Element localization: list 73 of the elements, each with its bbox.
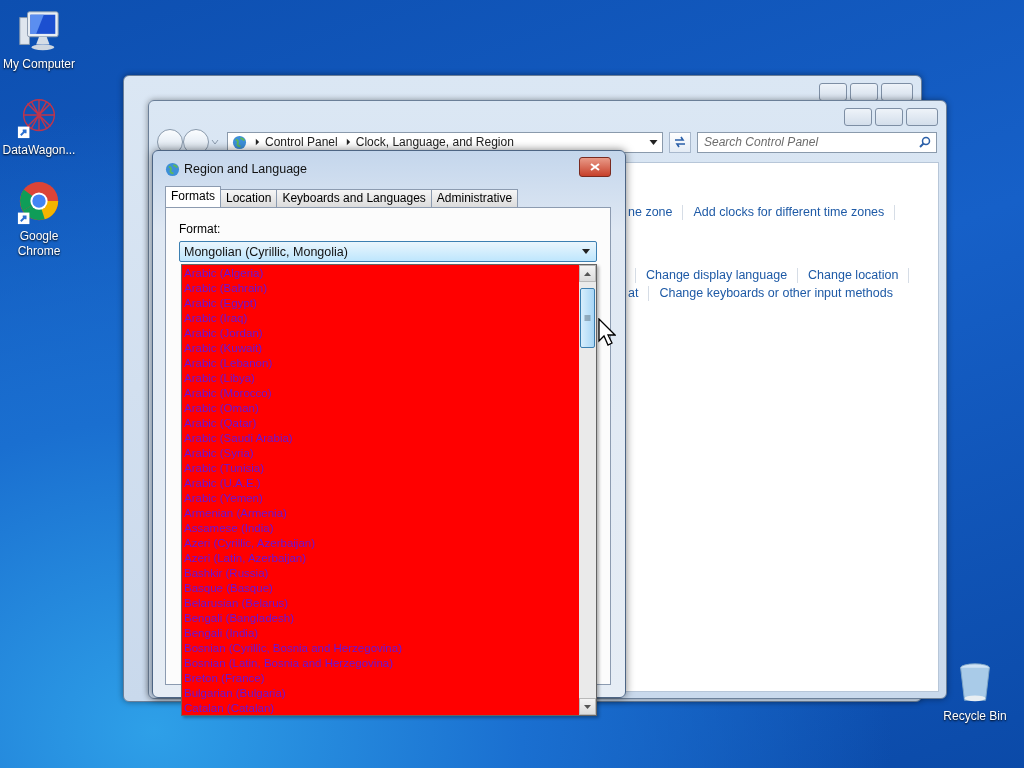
format-dropdown[interactable]: Mongolian (Cyrillic, Mongolia) xyxy=(179,241,597,262)
grip-icon xyxy=(584,315,591,321)
scroll-up-button[interactable] xyxy=(579,265,596,282)
dropdown-option[interactable]: Armenian (Armenia) xyxy=(182,506,579,521)
dropdown-option[interactable]: Breton (France) xyxy=(182,671,579,686)
dialog-title: Region and Language xyxy=(184,162,309,176)
dropdown-option[interactable]: Arabic (Kuwait) xyxy=(182,341,579,356)
search-field[interactable]: Search Control Panel xyxy=(697,131,937,153)
dropdown-option[interactable]: Assamese (India) xyxy=(182,521,579,536)
breadcrumb-item[interactable]: Clock, Language, and Region xyxy=(355,135,514,149)
link[interactable]: Change keyboards or other input methods xyxy=(659,286,893,300)
refresh-icon xyxy=(673,135,687,149)
scrollbar[interactable] xyxy=(579,265,596,715)
dropdown-option[interactable]: Bulgarian (Bulgaria) xyxy=(182,686,579,701)
scroll-down-button[interactable] xyxy=(579,698,596,715)
dropdown-option[interactable]: Bosnian (Latin, Bosnia and Herzegovina) xyxy=(182,656,579,671)
up-arrow-icon xyxy=(584,271,591,276)
dropdown-option[interactable]: Arabic (Libya) xyxy=(182,371,579,386)
link[interactable]: Change location xyxy=(808,268,899,282)
breadcrumb-item[interactable]: Control Panel xyxy=(265,135,338,149)
close-icon xyxy=(590,163,600,171)
desktop-icon-label[interactable]: Recycle Bin xyxy=(936,709,1014,724)
dropdown-option[interactable]: Arabic (Egypt) xyxy=(182,296,579,311)
dropdown-option[interactable]: Arabic (Tunisia) xyxy=(182,461,579,476)
dropdown-option[interactable]: Bosnian (Cyrillic, Bosnia and Herzegovina) xyxy=(182,641,579,656)
dropdown-option[interactable]: Azeri (Latin, Azerbaijan) xyxy=(182,551,579,566)
dropdown-option[interactable]: Catalan (Catalan) xyxy=(182,701,579,716)
dropdown-option[interactable]: Bengali (India) xyxy=(182,626,579,641)
link[interactable]: ne zone xyxy=(628,205,673,219)
down-arrow-icon xyxy=(584,704,591,709)
link[interactable]: at xyxy=(628,286,639,300)
chevron-icon xyxy=(345,138,351,146)
desktop-icon-label[interactable]: Google Chrome xyxy=(9,229,69,259)
globe-icon xyxy=(232,134,247,150)
maximize-button[interactable] xyxy=(875,108,903,126)
dropdown-option[interactable]: Bashkir (Russia) xyxy=(182,566,579,581)
dropdown-option[interactable]: Basque (Basque) xyxy=(182,581,579,596)
dropdown-option[interactable]: Bengali (Bangladesh) xyxy=(182,611,579,626)
dropdown-option[interactable]: Arabic (Lebanon) xyxy=(182,356,579,371)
dropdown-option[interactable]: Arabic (Qatar) xyxy=(182,416,579,431)
dropdown-option[interactable]: Arabic (Oman) xyxy=(182,401,579,416)
search-icon xyxy=(919,135,931,148)
dropdown-option[interactable]: Arabic (Yemen) xyxy=(182,491,579,506)
dropdown-option[interactable]: Arabic (Saudi Arabia) xyxy=(182,431,579,446)
dropdown-option[interactable]: Arabic (Morocco) xyxy=(182,386,579,401)
scroll-thumb[interactable] xyxy=(580,288,595,348)
dropdown-arrow-icon xyxy=(582,249,590,254)
tab[interactable]: Formats xyxy=(165,186,221,207)
minimize-button[interactable] xyxy=(844,108,872,126)
maximize-button[interactable] xyxy=(850,83,878,101)
dropdown-arrow-icon xyxy=(649,139,658,145)
dropdown-option[interactable]: Arabic (Iraq) xyxy=(182,311,579,326)
link[interactable]: Add clocks for different time zones xyxy=(693,205,885,219)
desktop-icon-label[interactable]: DataWagon... xyxy=(0,143,78,158)
close-button[interactable] xyxy=(579,157,611,177)
chevron-icon xyxy=(255,138,260,146)
dropdown-option[interactable]: Arabic (Jordan) xyxy=(182,326,579,341)
field-label: Format: xyxy=(179,222,222,236)
dropdown-option[interactable]: Azeri (Cyrillic, Azerbaijan) xyxy=(182,536,579,551)
globe-icon xyxy=(165,161,180,177)
link[interactable]: Change display language xyxy=(646,268,788,282)
refresh-button[interactable] xyxy=(669,131,691,153)
tab[interactable]: Keyboards and Languages xyxy=(276,189,432,207)
tab[interactable]: Location xyxy=(220,189,278,207)
dropdown-option[interactable]: Arabic (Bahrain) xyxy=(182,281,579,296)
dropdown-option[interactable]: Belarusian (Belarus) xyxy=(182,596,579,611)
minimize-button[interactable] xyxy=(819,83,847,101)
dropdown-option[interactable]: Arabic (U.A.E.) xyxy=(182,476,579,491)
dropdown-option[interactable]: Arabic (Algeria) xyxy=(182,266,579,281)
desktop-icon-label[interactable]: My Computer xyxy=(0,57,78,72)
dropdown-option[interactable]: Arabic (Syria) xyxy=(182,446,579,461)
tab[interactable]: Administrative xyxy=(430,189,519,207)
address-bar[interactable]: Control Panel Clock, Language, and Region xyxy=(227,131,663,153)
